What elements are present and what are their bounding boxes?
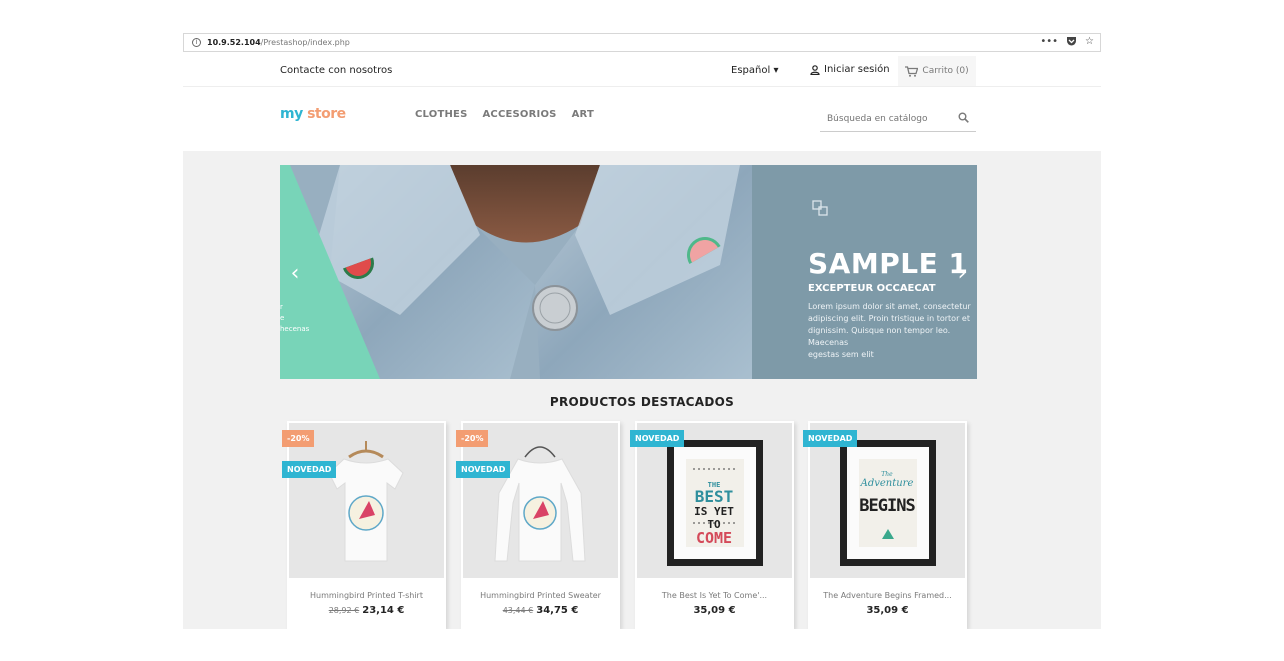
cart-label: Carrito (0) [922,66,969,76]
menu-item-accesorios[interactable]: ACCESORIOS [482,109,556,120]
search-icon[interactable] [958,112,969,123]
product-regular-price: 43,44 € [502,606,534,615]
product-card[interactable]: -20% NOVEDAD Hummingbird Printed T-shirt… [282,421,446,629]
product-current-price: 23,14 € [362,605,405,616]
hero-carousel[interactable]: r e hecenas SAMPLE 1 EXCEPTEUR OCCAECAT … [280,165,977,379]
cart-icon [905,65,919,77]
new-badge: NOVEDAD [456,461,511,478]
slide-caption-panel: SAMPLE 1 EXCEPTEUR OCCAECAT Lorem ipsum … [752,165,977,379]
site-header: my store CLOTHES ACCESORIOS ART [183,87,1101,151]
logo-word-store: store [307,106,346,122]
more-actions-icon[interactable]: ••• [1040,36,1058,49]
top-nav: Contacte con nosotros Español ▾ Iniciar … [183,53,1101,87]
new-badge: NOVEDAD [282,461,337,478]
contact-link[interactable]: Contacte con nosotros [280,65,392,76]
sign-in-link[interactable]: Iniciar sesión [810,64,890,75]
product-price: 28,92 €23,14 € [287,605,446,616]
product-card[interactable]: THE BEST IS YET TO COME NOVEDAD The Best… [630,421,794,629]
new-badge: NOVEDAD [803,430,858,447]
url-text[interactable]: 10.9.52.104/Prestashop/index.php [207,38,350,47]
product-current-price: 35,09 € [693,605,736,616]
product-name[interactable]: The Adventure Begins Framed... [808,591,967,600]
chevron-down-icon: ▾ [773,65,779,76]
product-card[interactable]: -20% NOVEDAD Hummingbird Printed Sweater… [456,421,620,629]
search-box [820,106,976,132]
slide-title: SAMPLE 1 [808,247,969,280]
menu-item-art[interactable]: ART [572,109,594,120]
store-logo[interactable]: my store [280,106,346,122]
bookmark-star-icon[interactable]: ☆ [1085,36,1094,49]
slide-prev-description: r e hecenas [280,303,310,333]
poster-line-adventure: Adventure [860,478,914,489]
discount-badge: -20% [456,430,489,447]
product-current-price: 35,09 € [866,605,909,616]
new-badge: NOVEDAD [630,430,685,447]
product-price: 35,09 € [808,605,967,616]
site-info-icon[interactable]: i [192,38,201,47]
sign-in-label: Iniciar sesión [824,64,890,75]
slide-description: Lorem ipsum dolor sit amet, consectetur … [808,302,971,359]
poster-line-begins: BEGINS [859,496,915,516]
menu-item-clothes[interactable]: CLOTHES [415,109,467,120]
poster-line-best: BEST [694,487,734,506]
search-input[interactable] [820,107,945,131]
language-label: Español [731,65,771,76]
product-price: 43,44 €34,75 € [461,605,620,616]
product-current-price: 34,75 € [536,605,579,616]
product-name[interactable]: The Best Is Yet To Come'... [635,591,794,600]
poster-line-the: The [881,471,893,478]
product-card[interactable]: The Adventure BEGINS NOVEDAD The Adventu… [803,421,967,629]
poster-adventure-text: The Adventure BEGINS [858,471,916,517]
featured-products-title: PRODUCTOS DESTACADOS [549,395,735,409]
discount-badge: -20% [282,430,315,447]
product-name[interactable]: Hummingbird Printed Sweater [461,591,620,600]
user-icon [810,64,820,75]
address-bar[interactable]: i 10.9.52.104/Prestashop/index.php ••• ☆ [183,33,1101,52]
slide-subtitle: EXCEPTEUR OCCAECAT [808,283,936,294]
carousel-next-arrow[interactable]: › [954,263,970,287]
pocket-icon[interactable] [1066,36,1077,49]
product-name[interactable]: Hummingbird Printed T-shirt [287,591,446,600]
browser-viewport: i 10.9.52.104/Prestashop/index.php ••• ☆… [0,0,1284,661]
poster-line-isyet-to: IS YET TO [694,505,734,531]
url-path: /Prestashop/index.php [260,38,350,47]
page-content: Contacte con nosotros Español ▾ Iniciar … [183,53,1101,629]
language-selector[interactable]: Español ▾ [731,65,778,76]
logo-word-my: my [280,106,303,122]
slide-logo-icon [812,200,828,216]
product-grid: -20% NOVEDAD Hummingbird Printed T-shirt… [282,421,987,629]
product-price: 35,09 € [635,605,794,616]
main-menu: CLOTHES ACCESORIOS ART [415,109,594,120]
product-regular-price: 28,92 € [328,606,360,615]
poster-best-text: THE BEST IS YET TO COME [685,481,743,546]
carousel-prev-arrow[interactable]: ‹ [287,263,303,287]
poster-line-come: COME [695,529,733,547]
url-host: 10.9.52.104 [207,38,261,47]
cart-button[interactable]: Carrito (0) [898,56,976,86]
